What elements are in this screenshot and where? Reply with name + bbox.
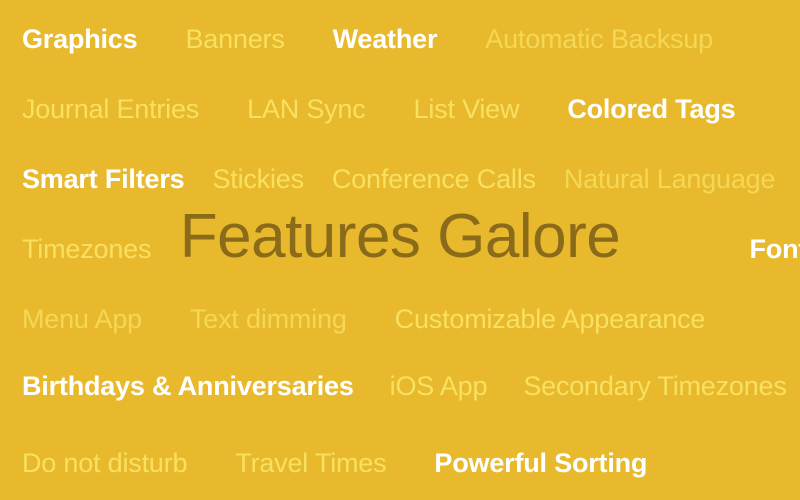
feature-row-4: Timezones Fonts [0,236,800,263]
feature-tag-do-not-disturb: Do not disturb [22,448,188,478]
feature-tag-powerful-sorting: Powerful Sorting [434,448,648,478]
feature-tag-ios-app: iOS App [389,371,488,401]
feature-row-5: Menu App Text dimming Customizable Appeara… [0,306,800,333]
feature-tag-list-view: List View [413,94,520,124]
feature-tag-journal-entries: Journal Entries [22,94,200,124]
feature-tag-travel-times: Travel Times [235,448,387,478]
feature-tag-weather: Weather [332,24,438,54]
feature-tag-stickies: Stickies [212,164,304,194]
features-galore-banner: Graphics Banners Weather Automatic Backsup J… [0,0,800,500]
feature-tag-banners: Banners [185,24,285,54]
feature-word-cloud: Graphics Banners Weather Automatic Backsup J… [0,0,800,500]
feature-row-2: Journal Entries LAN Sync List View Colored … [0,96,800,123]
feature-tag-text-dimming: Text dimming [190,304,347,334]
feature-tag-graphics: Graphics [22,24,138,54]
feature-tag-timezones: Timezones [22,234,152,264]
feature-tag-conference-calls: Conference Calls [331,164,536,194]
feature-row-6: Birthdays & Anniversaries iOS App Secondar… [0,373,800,400]
feature-row-1: Graphics Banners Weather Automatic Backsup [0,26,800,53]
feature-row-7: Do not disturb Travel Times Powerful Sorti… [0,450,800,477]
feature-tag-secondary-timezones: Secondary Timezones [523,371,787,401]
feature-tag-fonts: Fonts [749,234,800,264]
feature-tag-automatic-backsup: Automatic Backsup [485,24,713,54]
feature-tag-colored-tags: Colored Tags [567,94,736,124]
feature-tag-natural-language: Natural Language [563,164,776,194]
feature-tag-birthdays-and-anniversaries: Birthdays & Anniversaries [22,371,354,401]
feature-row-3: Smart Filters Stickies Conference Calls Nat… [0,166,800,193]
feature-tag-smart-filters: Smart Filters [22,164,185,194]
feature-tag-customizable-appearance: Customizable Appearance [394,304,706,334]
feature-tag-lan-sync: LAN Sync [247,94,366,124]
feature-tag-menu-app: Menu App [22,304,142,334]
